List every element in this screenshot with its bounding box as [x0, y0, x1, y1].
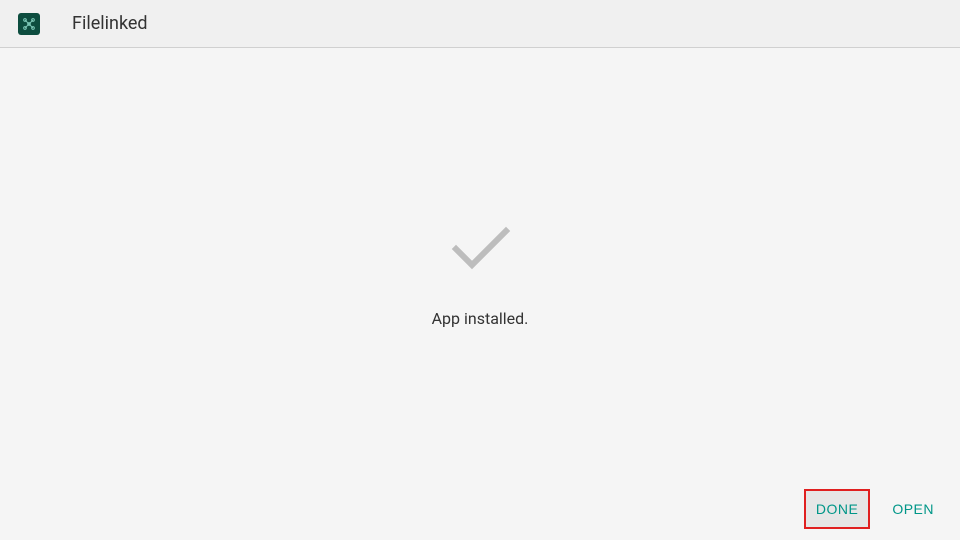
- open-button[interactable]: OPEN: [882, 491, 944, 527]
- install-status: App installed.: [432, 219, 529, 328]
- button-bar: DONE OPEN: [806, 491, 944, 527]
- status-text: App installed.: [432, 309, 529, 328]
- done-button[interactable]: DONE: [806, 491, 868, 527]
- main-content: App installed. DONE OPEN: [0, 48, 960, 540]
- app-icon: [18, 13, 40, 35]
- header-bar: Filelinked: [0, 0, 960, 48]
- checkmark-icon: [444, 219, 516, 275]
- app-title: Filelinked: [72, 13, 148, 34]
